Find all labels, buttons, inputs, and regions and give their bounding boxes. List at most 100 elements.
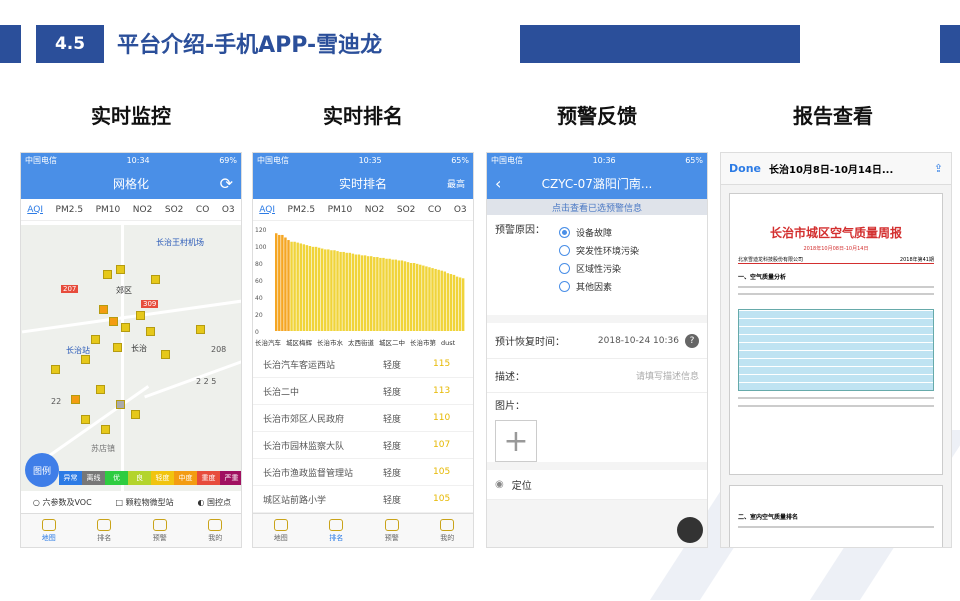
- rank-bar[interactable]: [360, 255, 364, 331]
- reason-option[interactable]: 突发性环境污染: [559, 244, 639, 257]
- rank-bar[interactable]: [342, 251, 345, 331]
- sort-highest[interactable]: 最高: [447, 177, 465, 190]
- rank-bar[interactable]: [434, 268, 437, 331]
- share-icon[interactable]: ⇪: [934, 162, 943, 175]
- station-marker[interactable]: [51, 365, 60, 374]
- tab-so2[interactable]: SO2: [165, 205, 184, 215]
- tab-so2[interactable]: SO2: [397, 205, 416, 215]
- compass-icon[interactable]: [677, 517, 703, 543]
- tab-co[interactable]: CO: [196, 205, 209, 215]
- station-marker[interactable]: [103, 270, 112, 279]
- eta-row[interactable]: 预计恢复时间： 2018-10-24 10:36?: [487, 323, 707, 359]
- tabbar-me[interactable]: 我的: [208, 514, 223, 547]
- rank-bar[interactable]: [403, 261, 407, 331]
- done-button[interactable]: Done: [729, 162, 761, 175]
- tab-no2[interactable]: NO2: [133, 205, 153, 215]
- rank-row[interactable]: 城区站前路小学 轻度 105: [253, 486, 473, 513]
- tab-o3[interactable]: O3: [222, 205, 235, 215]
- refresh-icon[interactable]: ⟳: [220, 174, 233, 193]
- rank-bar[interactable]: [449, 274, 453, 331]
- station-marker[interactable]: [109, 317, 118, 326]
- rank-bar[interactable]: [305, 245, 309, 331]
- tabbar-me[interactable]: 我的: [440, 514, 455, 547]
- rank-bar[interactable]: [415, 263, 419, 331]
- rank-row[interactable]: 长治市园林监察大队 轻度 107: [253, 432, 473, 459]
- tab-aqi[interactable]: AQI: [27, 205, 43, 215]
- rank-bar[interactable]: [275, 233, 278, 331]
- station-marker[interactable]: [116, 265, 125, 274]
- rank-bar[interactable]: [419, 264, 422, 331]
- rank-bar[interactable]: [320, 248, 324, 331]
- add-image-button[interactable]: +: [495, 420, 537, 462]
- rank-bar[interactable]: [308, 246, 312, 331]
- rank-bar[interactable]: [281, 234, 284, 331]
- rank-bar[interactable]: [278, 234, 281, 331]
- rank-bar[interactable]: [379, 257, 382, 331]
- rank-bar[interactable]: [287, 240, 290, 331]
- station-marker[interactable]: [131, 410, 140, 419]
- filter-particle[interactable]: □ 颗粒物微型站: [116, 497, 174, 508]
- rank-bar[interactable]: [455, 276, 459, 331]
- station-marker[interactable]: [81, 415, 90, 424]
- report-page-2[interactable]: 二、室内空气质量排名: [729, 485, 943, 547]
- view-selected-warnings-link[interactable]: 点击查看已选预警信息: [487, 199, 707, 215]
- rank-bar[interactable]: [394, 259, 397, 331]
- station-marker[interactable]: [146, 327, 155, 336]
- rank-bar[interactable]: [412, 263, 416, 331]
- rank-bar[interactable]: [385, 258, 388, 331]
- rank-bar[interactable]: [428, 267, 431, 331]
- rank-bar[interactable]: [452, 274, 456, 331]
- station-marker[interactable]: [196, 325, 205, 334]
- reason-option[interactable]: 其他因素: [559, 280, 639, 293]
- tabbar-rank[interactable]: 排名: [329, 514, 344, 547]
- rank-bar[interactable]: [314, 246, 318, 331]
- rank-bar[interactable]: [290, 241, 293, 331]
- grid-map[interactable]: 长治王村机场 郊区 长治站 长治 苏店镇 207 309 22 2 2 5 20…: [21, 225, 241, 493]
- rank-bar[interactable]: [376, 257, 379, 331]
- rank-row[interactable]: 长治二中 轻度 113: [253, 378, 473, 405]
- rank-bar[interactable]: [327, 249, 330, 331]
- filter-national[interactable]: ◐ 国控点: [198, 497, 232, 508]
- tab-no2[interactable]: NO2: [365, 205, 385, 215]
- rank-bar[interactable]: [422, 265, 425, 331]
- rank-bar[interactable]: [366, 256, 370, 331]
- rank-bar[interactable]: [446, 273, 450, 331]
- tabbar-warning[interactable]: 预警: [384, 514, 399, 547]
- rank-bar[interactable]: [397, 260, 401, 331]
- rank-bar[interactable]: [425, 266, 428, 331]
- rank-bar[interactable]: [437, 269, 440, 331]
- station-marker[interactable]: [161, 350, 170, 359]
- rank-bar[interactable]: [458, 277, 462, 331]
- station-marker[interactable]: [91, 335, 100, 344]
- rank-bar[interactable]: [333, 250, 336, 331]
- station-marker[interactable]: [113, 343, 122, 352]
- rank-bar[interactable]: [382, 257, 385, 331]
- station-marker[interactable]: [136, 311, 145, 320]
- rank-bar[interactable]: [357, 254, 361, 332]
- rank-row[interactable]: 长治汽车客运西站 轻度 115: [253, 351, 473, 378]
- tab-co[interactable]: CO: [428, 205, 441, 215]
- tab-aqi[interactable]: AQI: [259, 205, 275, 215]
- desc-row[interactable]: 描述： 请填写描述信息: [487, 359, 707, 393]
- rank-bar[interactable]: [409, 263, 413, 331]
- rank-bar[interactable]: [284, 237, 287, 332]
- rank-bar[interactable]: [431, 268, 434, 331]
- rank-bar[interactable]: [443, 271, 447, 332]
- rank-row[interactable]: 长治市郊区人民政府 轻度 110: [253, 405, 473, 432]
- rank-bar[interactable]: [311, 246, 315, 331]
- rank-bar[interactable]: [339, 251, 342, 331]
- station-marker[interactable]: [99, 305, 108, 314]
- rank-bar[interactable]: [363, 255, 367, 331]
- rank-bar[interactable]: [373, 257, 376, 331]
- rank-bar[interactable]: [406, 262, 410, 331]
- rank-bar[interactable]: [296, 242, 299, 331]
- station-marker[interactable]: [101, 425, 110, 434]
- rank-bar[interactable]: [299, 243, 302, 331]
- tab-pm25[interactable]: PM2.5: [56, 205, 84, 215]
- station-marker[interactable]: [71, 395, 80, 404]
- tab-pm10[interactable]: PM10: [328, 205, 353, 215]
- rank-bar[interactable]: [302, 244, 306, 331]
- station-marker[interactable]: [151, 275, 160, 284]
- rank-bar[interactable]: [400, 260, 404, 331]
- reason-option[interactable]: 设备故障: [559, 226, 639, 239]
